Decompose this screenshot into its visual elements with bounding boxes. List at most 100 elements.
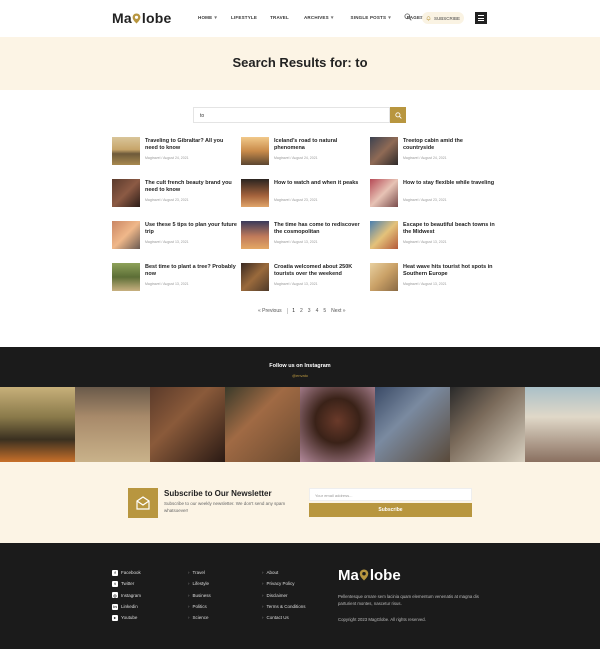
youtube-icon: ▸ xyxy=(112,614,118,621)
map-pin-icon xyxy=(132,13,141,24)
result-title[interactable]: Heat wave hits tourist hot spots in Sout… xyxy=(403,264,495,278)
pagination-page-1[interactable]: 1 xyxy=(292,308,295,314)
result-thumbnail[interactable] xyxy=(370,221,398,249)
result-thumbnail[interactable] xyxy=(370,179,398,207)
pagination-page-2[interactable]: 2 xyxy=(300,308,303,314)
pagination-page-5[interactable]: 5 xyxy=(323,308,326,314)
nav-label: Lifestyle xyxy=(231,15,258,20)
result-thumbnail[interactable] xyxy=(112,137,140,165)
result-title[interactable]: Best time to plant a tree? Probably now xyxy=(145,264,237,278)
result-card[interactable]: Iceland’s road to natural phenomena Magtr… xyxy=(241,137,361,169)
result-card[interactable]: Best time to plant a tree? Probably now M… xyxy=(112,263,236,295)
result-thumbnail[interactable] xyxy=(112,221,140,249)
result-card[interactable]: Croatia welcomed about 250K tourists ove… xyxy=(241,263,361,295)
newsletter-subscribe-button[interactable]: Subscribe xyxy=(309,503,472,517)
instagram-photo[interactable] xyxy=(0,387,75,462)
result-card[interactable]: Treetop cabin amid the countryside Magtra… xyxy=(370,137,490,169)
nav-item-lifestyle[interactable]: Lifestyle xyxy=(231,15,257,21)
result-meta: Magtravel / August 13, 2021 xyxy=(145,282,189,286)
site-logo[interactable]: Ma lobe xyxy=(112,10,171,26)
result-title[interactable]: Croatia welcomed about 250K tourists ove… xyxy=(274,264,366,278)
result-thumbnail[interactable] xyxy=(241,137,269,165)
main-nav: Home ▾ Lifestyle Travel Archives ▾ Single Post… xyxy=(198,15,428,21)
footer-link-facebook[interactable]: f Facebook xyxy=(112,567,141,578)
result-thumbnail[interactable] xyxy=(370,263,398,291)
page-title: Search Results for: to xyxy=(232,55,368,70)
instagram-photo[interactable] xyxy=(450,387,525,462)
footer-link-label: Travel xyxy=(192,570,205,576)
pagination-page-4[interactable]: 4 xyxy=(316,308,319,314)
footer-link-science[interactable]: › Science xyxy=(188,612,211,623)
subscribe-button[interactable]: Subscribe xyxy=(422,12,464,24)
footer-link-label: Facebook xyxy=(121,570,141,576)
pagination-next[interactable]: Next » xyxy=(331,308,345,314)
instagram-photo[interactable] xyxy=(150,387,225,462)
footer-link-label: Linkedin xyxy=(121,604,138,610)
newsletter-email-input[interactable]: Your email address... xyxy=(309,488,472,501)
result-card[interactable]: How to watch and when it peaks Magtravel … xyxy=(241,179,361,211)
search-icon[interactable] xyxy=(404,13,412,21)
footer-link-label: Terms & Conditions xyxy=(266,604,306,610)
result-card[interactable]: The time has come to rediscover the cosm… xyxy=(241,221,361,253)
footer-link-linkedin[interactable]: in Linkedin xyxy=(112,601,141,612)
instagram-photo[interactable] xyxy=(300,387,375,462)
result-card[interactable]: Traveling to Gibraltar? All you need to … xyxy=(112,137,232,169)
footer-link-business[interactable]: › Business xyxy=(188,590,211,601)
twitter-icon: t xyxy=(112,580,118,587)
result-title[interactable]: Iceland’s road to natural phenomena xyxy=(274,138,366,152)
result-title[interactable]: Escape to beautiful beach towns in the M… xyxy=(403,222,495,236)
instagram-photo[interactable] xyxy=(525,387,600,462)
instagram-photo[interactable] xyxy=(75,387,150,462)
chevron-right-icon: › xyxy=(188,581,190,587)
result-title[interactable]: Traveling to Gibraltar? All you need to … xyxy=(145,138,237,152)
footer-link-about[interactable]: › About xyxy=(262,567,306,578)
result-thumbnail[interactable] xyxy=(241,221,269,249)
footer-link-contact-us[interactable]: › Contact Us xyxy=(262,612,306,623)
hamburger-icon[interactable] xyxy=(475,12,487,24)
logo-text-end: lobe xyxy=(369,567,401,584)
footer-link-lifestyle[interactable]: › Lifestyle xyxy=(188,578,211,589)
result-title[interactable]: How to watch and when it peaks xyxy=(274,180,366,187)
instagram-photo[interactable] xyxy=(375,387,450,462)
nav-item-home[interactable]: Home ▾ xyxy=(198,15,217,21)
footer-link-disclaimer[interactable]: › Disclaimer xyxy=(262,590,306,601)
pagination-page-3[interactable]: 3 xyxy=(308,308,311,314)
footer-link-instagram[interactable]: ◎ Instagram xyxy=(112,590,141,601)
instagram-handle[interactable]: @envato xyxy=(0,373,600,378)
search-input[interactable]: to xyxy=(193,107,390,123)
chevron-right-icon: › xyxy=(262,604,264,610)
instagram-photo[interactable] xyxy=(225,387,300,462)
footer-link-travel[interactable]: › Travel xyxy=(188,567,211,578)
result-card[interactable]: Escape to beautiful beach towns in the M… xyxy=(370,221,495,253)
instagram-icon: ◎ xyxy=(112,592,118,599)
result-thumbnail[interactable] xyxy=(370,137,398,165)
chevron-right-icon: › xyxy=(188,604,190,610)
result-title[interactable]: The cult french beauty brand you need to… xyxy=(145,180,237,194)
result-card[interactable]: Heat wave hits tourist hot spots in Sout… xyxy=(370,263,493,295)
result-thumbnail[interactable] xyxy=(241,179,269,207)
result-meta: Magtravel / August 24, 2021 xyxy=(145,156,189,160)
result-thumbnail[interactable] xyxy=(112,179,140,207)
result-meta: Magtravel / August 13, 2021 xyxy=(403,282,447,286)
result-card[interactable]: The cult french beauty brand you need to… xyxy=(112,179,232,211)
result-thumbnail[interactable] xyxy=(241,263,269,291)
nav-item-single-posts[interactable]: Single Posts ▾ xyxy=(351,15,391,21)
result-title[interactable]: The time has come to rediscover the cosm… xyxy=(274,222,366,236)
result-title[interactable]: How to stay flexible while traveling xyxy=(403,180,495,187)
footer-link-terms-conditions[interactable]: › Terms & Conditions xyxy=(262,601,306,612)
facebook-icon: f xyxy=(112,569,118,576)
footer-link-twitter[interactable]: t Twitter xyxy=(112,578,141,589)
nav-item-archives[interactable]: Archives ▾ xyxy=(304,15,334,21)
result-thumbnail[interactable] xyxy=(112,263,140,291)
search-submit-button[interactable] xyxy=(390,107,406,123)
result-card[interactable]: Use these 5 tips to plan your future tri… xyxy=(112,221,237,253)
nav-item-travel[interactable]: Travel xyxy=(270,15,289,21)
footer-link-privacy-policy[interactable]: › Privacy Policy xyxy=(262,578,306,589)
footer-logo[interactable]: Ma lobe xyxy=(338,567,401,584)
result-title[interactable]: Use these 5 tips to plan your future tri… xyxy=(145,222,237,236)
footer-link-politics[interactable]: › Politics xyxy=(188,601,211,612)
result-title[interactable]: Treetop cabin amid the countryside xyxy=(403,138,495,152)
result-card[interactable]: How to stay flexible while traveling Magt… xyxy=(370,179,494,211)
footer-link-youtube[interactable]: ▸ Youtube xyxy=(112,612,141,623)
pagination-previous[interactable]: « Previous xyxy=(258,308,282,314)
